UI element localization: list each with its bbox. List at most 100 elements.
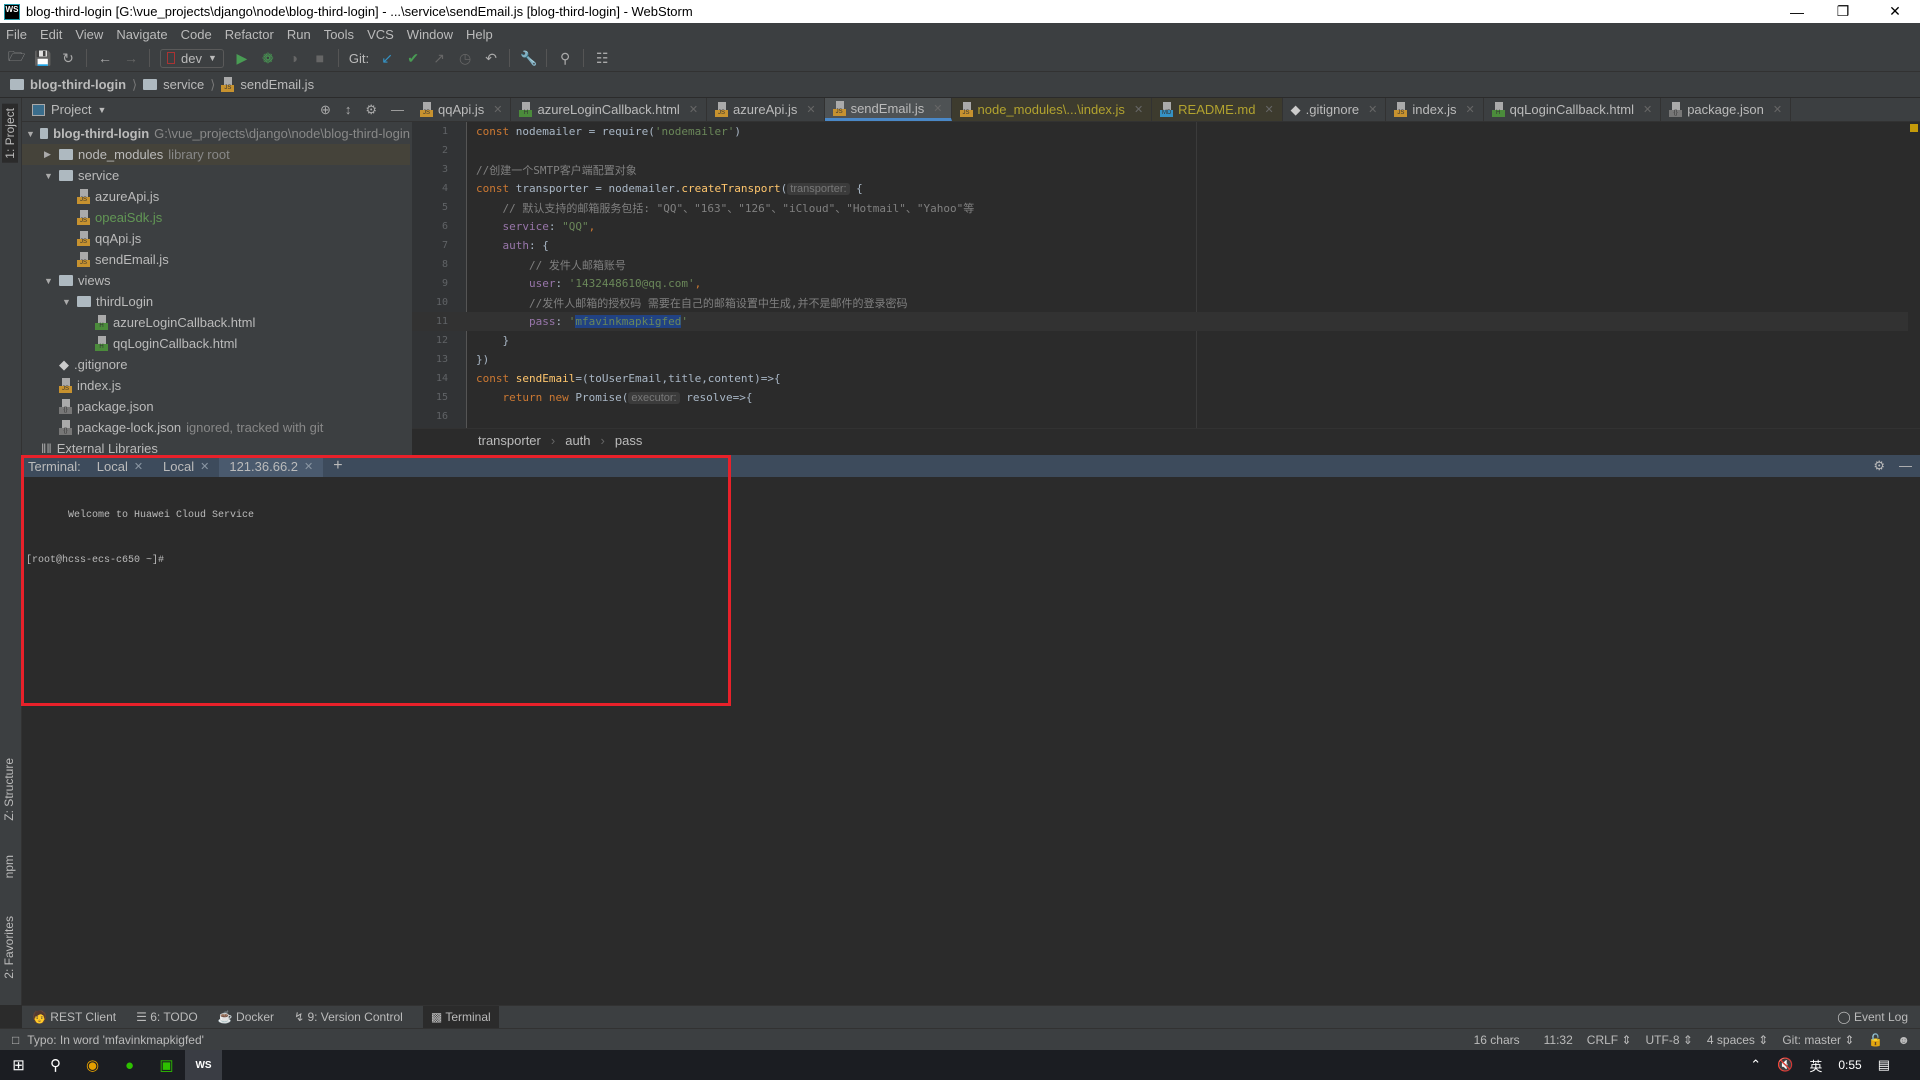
git-commit-icon[interactable]: ✔ bbox=[405, 50, 421, 67]
tree-item[interactable]: azureApi.js bbox=[22, 186, 410, 207]
open-folder-icon[interactable]: 🗁 bbox=[8, 46, 25, 70]
close-tab-icon[interactable]: ✕ bbox=[1465, 103, 1474, 116]
gear-icon[interactable]: ⚙ bbox=[365, 102, 377, 118]
close-tab-icon[interactable]: ✕ bbox=[1368, 103, 1377, 116]
close-tab-icon[interactable]: ✕ bbox=[689, 103, 698, 116]
editor-tab[interactable]: azureLoginCallback.html ✕ bbox=[511, 98, 708, 121]
tree-item[interactable]: ▼ service bbox=[22, 165, 410, 186]
encoding-select[interactable]: UTF-8 ⇕ bbox=[1646, 1033, 1693, 1047]
menu-code[interactable]: Code bbox=[181, 27, 212, 42]
menu-vcs[interactable]: VCS bbox=[367, 27, 394, 42]
tree-item[interactable]: ◆ .gitignore bbox=[22, 354, 410, 375]
editor-tab[interactable]: node_modules\...\index.js ✕ bbox=[951, 98, 1153, 121]
close-tab-icon[interactable]: ✕ bbox=[1643, 103, 1652, 116]
sync-icon[interactable]: ↻ bbox=[60, 50, 76, 67]
tree-item[interactable]: index.js bbox=[22, 375, 410, 396]
menu-run[interactable]: Run bbox=[287, 27, 311, 42]
lock-icon[interactable]: 🔓 bbox=[1868, 1033, 1883, 1047]
line-separator-select[interactable]: CRLF ⇕ bbox=[1587, 1033, 1632, 1047]
close-tab-icon[interactable]: ✕ bbox=[933, 102, 942, 115]
revert-icon[interactable]: ↶ bbox=[483, 50, 499, 67]
event-log-tab[interactable]: ◯ Event Log bbox=[1837, 1010, 1908, 1024]
editor-tab[interactable]: qqApi.js ✕ bbox=[412, 98, 512, 121]
run-icon[interactable]: ▶ bbox=[234, 50, 250, 67]
caret-position[interactable]: 11:32 bbox=[1544, 1033, 1573, 1047]
editor-tab[interactable]: README.md ✕ bbox=[1152, 98, 1283, 121]
git-update-icon[interactable]: ↙ bbox=[379, 50, 395, 67]
tree-item[interactable]: ▼ views bbox=[22, 270, 410, 291]
rest-client-tab[interactable]: 🧑 REST Client bbox=[32, 1010, 116, 1024]
chevron-right-icon[interactable]: ▶ bbox=[44, 149, 54, 160]
wechat-icon[interactable]: ● bbox=[111, 1050, 148, 1080]
chevron-down-icon[interactable]: ▼ bbox=[62, 297, 72, 307]
coverage-icon[interactable]: ◑ bbox=[286, 50, 302, 66]
windows-start-icon[interactable]: ⊞ bbox=[0, 1050, 37, 1080]
crumb-transporter[interactable]: transporter bbox=[478, 433, 541, 448]
code-area[interactable]: 1 const nodemailer = require('nodemailer'… bbox=[412, 122, 1908, 428]
run-config-select[interactable]: dev ▼ bbox=[160, 48, 224, 68]
terminal-tab[interactable]: ▩ Terminal bbox=[422, 1006, 499, 1028]
npm-tool-button[interactable]: npm bbox=[2, 855, 16, 878]
menu-tools[interactable]: Tools bbox=[324, 27, 354, 42]
version-control-tab[interactable]: ↯ 9: Version Control bbox=[294, 1010, 403, 1024]
git-push-icon[interactable]: ↗ bbox=[431, 50, 447, 67]
tree-item[interactable]: ▼ thirdLogin bbox=[22, 291, 410, 312]
chevron-down-icon[interactable]: ▼ bbox=[44, 276, 54, 286]
menu-help[interactable]: Help bbox=[466, 27, 493, 42]
indent-select[interactable]: 4 spaces ⇕ bbox=[1707, 1033, 1768, 1047]
menu-navigate[interactable]: Navigate bbox=[116, 27, 167, 42]
tree-item[interactable]: qqApi.js bbox=[22, 228, 410, 249]
structure-tool-button[interactable]: Z: Structure bbox=[2, 758, 16, 821]
editor-tab[interactable]: sendEmail.js ✕ bbox=[824, 98, 952, 121]
tree-item[interactable]: ▼ blog-third-login G:\vue_projects\django\… bbox=[22, 123, 410, 144]
menu-view[interactable]: View bbox=[75, 27, 103, 42]
locate-icon[interactable]: ⊕ bbox=[320, 102, 331, 118]
favorites-tool-button[interactable]: 2: Favorites bbox=[2, 916, 16, 979]
ime-indicator[interactable]: 英 bbox=[1809, 1056, 1822, 1075]
close-tab-icon[interactable]: ✕ bbox=[493, 103, 502, 116]
menu-file[interactable]: File bbox=[6, 27, 27, 42]
terminal-app-icon[interactable]: ▣ bbox=[148, 1050, 185, 1080]
close-tab-icon[interactable]: ✕ bbox=[1264, 103, 1273, 116]
close-tab-icon[interactable]: ✕ bbox=[1134, 103, 1143, 116]
menu-window[interactable]: Window bbox=[407, 27, 453, 42]
clock[interactable]: 0:55 bbox=[1838, 1058, 1861, 1072]
minimize-button[interactable]: — bbox=[1774, 0, 1820, 23]
hide-panel-icon[interactable]: — bbox=[391, 102, 404, 118]
inspection-indicator[interactable] bbox=[1910, 124, 1918, 132]
git-branch-select[interactable]: Git: master ⇕ bbox=[1782, 1033, 1854, 1047]
chrome-icon[interactable]: ◉ bbox=[74, 1050, 111, 1080]
back-icon[interactable]: ← bbox=[97, 50, 113, 66]
editor-tab[interactable]: azureApi.js ✕ bbox=[707, 98, 825, 121]
chevron-down-icon[interactable]: ▼ bbox=[26, 129, 35, 139]
vcs-operations-icon[interactable]: ☷ bbox=[594, 50, 610, 67]
debug-icon[interactable]: ❁ bbox=[260, 50, 276, 67]
breadcrumb-project[interactable]: blog-third-login bbox=[30, 77, 126, 92]
project-view-select[interactable]: Project bbox=[51, 102, 91, 117]
collapse-all-icon[interactable]: ↕ bbox=[345, 102, 352, 118]
maximize-button[interactable]: ❐ bbox=[1820, 0, 1866, 23]
crumb-pass[interactable]: pass bbox=[615, 433, 642, 448]
gear-icon[interactable]: ⚙ bbox=[1873, 458, 1885, 474]
close-tab-icon[interactable]: ✕ bbox=[806, 103, 815, 116]
chevron-down-icon[interactable]: ▼ bbox=[44, 171, 54, 181]
menu-edit[interactable]: Edit bbox=[40, 27, 62, 42]
tree-item[interactable]: package.json bbox=[22, 396, 410, 417]
search-icon[interactable]: ⚲ bbox=[557, 50, 573, 67]
save-icon[interactable]: 💾 bbox=[34, 50, 51, 67]
forward-icon[interactable]: → bbox=[123, 50, 139, 66]
breadcrumb-service[interactable]: service bbox=[163, 77, 204, 92]
breadcrumb-file[interactable]: sendEmail.js bbox=[240, 77, 314, 92]
tray-chevron-icon[interactable]: ⌃ bbox=[1750, 1057, 1761, 1073]
volume-muted-icon[interactable]: 🔇 bbox=[1777, 1057, 1793, 1073]
search-icon[interactable]: ⚲ bbox=[37, 1050, 74, 1080]
history-icon[interactable]: ◷ bbox=[457, 50, 473, 67]
editor-tab[interactable]: index.js ✕ bbox=[1386, 98, 1484, 121]
editor-tab[interactable]: qqLoginCallback.html ✕ bbox=[1484, 98, 1662, 121]
close-button[interactable]: ✕ bbox=[1872, 0, 1918, 23]
project-tool-button[interactable]: 1: Project bbox=[2, 104, 18, 163]
crumb-auth[interactable]: auth bbox=[565, 433, 590, 448]
inspector-icon[interactable]: ☻ bbox=[1897, 1033, 1910, 1047]
webstorm-taskbar-icon[interactable]: WS bbox=[185, 1050, 222, 1080]
tree-item[interactable]: opeaiSdk.js bbox=[22, 207, 410, 228]
